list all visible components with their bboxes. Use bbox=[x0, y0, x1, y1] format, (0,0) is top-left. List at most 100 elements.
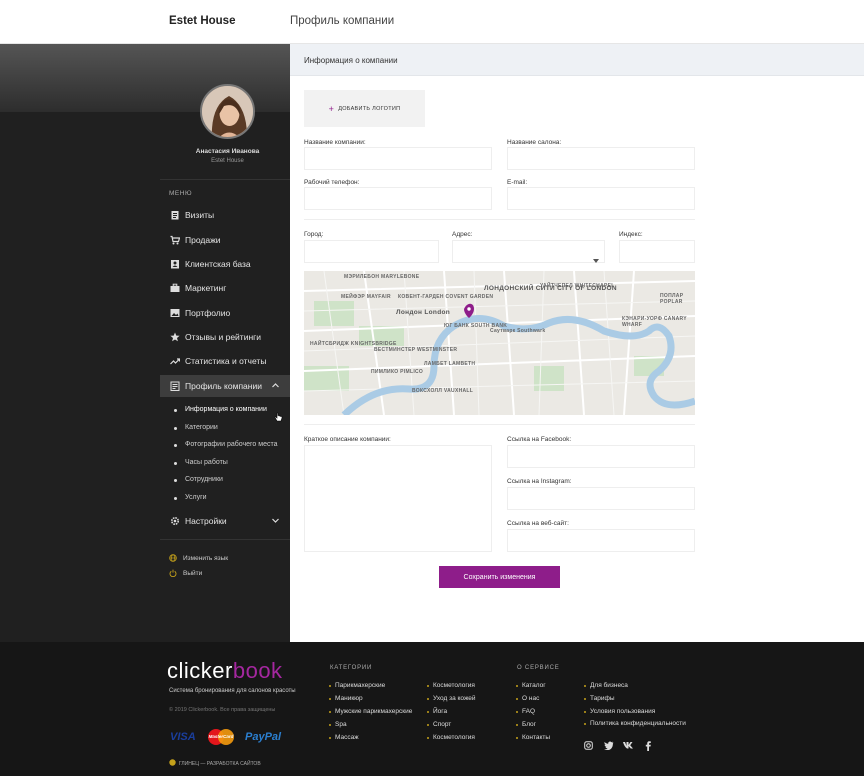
work-phone-input[interactable] bbox=[304, 187, 492, 210]
map-label: КЭНАРИ-УОРФ CANARY WHARF bbox=[622, 316, 687, 328]
menu-item-clients[interactable]: Клиентская база bbox=[160, 253, 290, 275]
map-label: МЕЙФЭР MAYFAIR bbox=[341, 294, 391, 300]
footer-link[interactable]: Для бизнеса bbox=[584, 682, 628, 689]
twitter-icon[interactable] bbox=[604, 741, 614, 752]
mastercard-text: MasterCard bbox=[208, 734, 234, 739]
footer-link[interactable]: Каталог bbox=[516, 682, 546, 689]
zip-input[interactable] bbox=[619, 240, 695, 263]
star-icon bbox=[169, 331, 181, 343]
submenu-staff[interactable]: Сотрудники bbox=[185, 476, 223, 483]
salon-name-input[interactable] bbox=[507, 147, 695, 170]
bullet bbox=[174, 444, 177, 447]
footer-link[interactable]: Тарифы bbox=[584, 695, 615, 702]
footer-link[interactable]: Контакты bbox=[515, 734, 550, 741]
submenu-services[interactable]: Услуги bbox=[185, 494, 207, 501]
chevron-down-icon[interactable] bbox=[271, 516, 280, 527]
menu-item-portfolio[interactable]: Портфолио bbox=[160, 302, 290, 324]
plus-icon: + bbox=[328, 103, 335, 114]
save-button[interactable]: Сохранить изменения bbox=[439, 566, 560, 588]
footer-link[interactable]: FAQ bbox=[515, 708, 535, 715]
menu-item-label: Портфолио bbox=[185, 308, 231, 318]
footer-categories-heading: КАТЕГОРИИ bbox=[330, 665, 373, 671]
change-language-label: Изменить язык bbox=[183, 554, 229, 562]
email-field[interactable] bbox=[507, 187, 695, 210]
change-language-link[interactable]: Изменить язык bbox=[169, 554, 228, 562]
top-header: Estet House Профиль компании bbox=[0, 0, 864, 44]
description-textarea[interactable] bbox=[304, 445, 492, 552]
submenu-categories[interactable]: Категории bbox=[185, 424, 218, 431]
divider bbox=[304, 424, 695, 425]
footer-link[interactable]: Косметология bbox=[427, 682, 475, 689]
footer-link[interactable]: Спорт bbox=[426, 721, 451, 728]
instagram-icon[interactable] bbox=[584, 741, 593, 752]
avatar[interactable] bbox=[200, 84, 255, 139]
section-title: Информация о компании bbox=[304, 56, 398, 65]
footer-link[interactable]: Уход за кожей bbox=[427, 695, 476, 702]
menu-item-statistics[interactable]: Статистика и отчеты bbox=[160, 350, 290, 372]
caret-down-icon bbox=[593, 250, 599, 268]
menu-item-reviews[interactable]: Отзывы и рейтинги bbox=[160, 326, 290, 348]
menu-item-marketing[interactable]: Маркетинг bbox=[160, 277, 290, 299]
facebook-icon[interactable] bbox=[645, 741, 651, 753]
menu-item-label: Отзывы и рейтинги bbox=[185, 332, 261, 342]
vk-icon[interactable] bbox=[623, 741, 634, 751]
submenu-hours[interactable]: Часы работы bbox=[185, 459, 228, 466]
company-name-input[interactable] bbox=[304, 147, 492, 170]
footer-link[interactable]: Парикмахерские bbox=[328, 682, 385, 689]
menu-item-label: Профиль компании bbox=[185, 381, 262, 391]
map-label: КОВЕНТ-ГАРДЕН COVENT GARDEN bbox=[398, 294, 494, 300]
user-name: Анастасия Иванова bbox=[195, 148, 260, 155]
footer-link[interactable]: Косметология bbox=[427, 734, 475, 741]
facebook-input[interactable] bbox=[507, 445, 695, 468]
instagram-input[interactable] bbox=[507, 487, 695, 510]
menu-item-label: Визиты bbox=[185, 210, 215, 220]
footer bbox=[0, 642, 864, 776]
menu-item-visits[interactable]: Визиты bbox=[160, 204, 290, 226]
description-label: Краткое описание компании: bbox=[304, 436, 391, 443]
menu-item-sales[interactable]: Продажи bbox=[160, 229, 290, 251]
image-icon bbox=[169, 307, 181, 319]
bullet bbox=[174, 409, 177, 412]
city-input[interactable] bbox=[304, 240, 439, 263]
footer-link[interactable]: Блог bbox=[515, 721, 536, 728]
footer-link[interactable]: О нас bbox=[515, 695, 539, 702]
logout-link[interactable]: Выйти bbox=[169, 569, 202, 577]
menu-heading: МЕНЮ bbox=[169, 190, 193, 197]
location-map[interactable]: МЭРИЛЕБОН MARYLEBONE КОВЕНТ-ГАРДЕН COVEN… bbox=[304, 271, 695, 415]
menu-item-settings[interactable]: Настройки bbox=[160, 510, 290, 532]
footer-about-heading: О СЕРВИСЕ bbox=[517, 665, 560, 671]
bullet bbox=[174, 497, 177, 500]
footer-link[interactable]: Условия пользования bbox=[583, 708, 655, 715]
menu-item-label: Маркетинг bbox=[185, 283, 227, 293]
footer-link[interactable]: Мужские парикмахерские bbox=[328, 708, 412, 715]
divider bbox=[304, 219, 695, 220]
globe-icon bbox=[169, 554, 177, 562]
developer-credit[interactable]: ГЛИНЕЦ — РАЗРАБОТКА САЙТОВ bbox=[169, 759, 261, 768]
footer-link[interactable]: Массаж bbox=[329, 734, 359, 741]
submenu-company-info[interactable]: Информация о компании bbox=[185, 406, 267, 413]
map-label: ВЕСТМИНСТЕР WESTMINSTER bbox=[374, 347, 458, 353]
page-title: Профиль компании bbox=[290, 15, 395, 27]
map-label: ПИМЛИКО PIMLICO bbox=[371, 369, 424, 375]
menu-item-company-profile[interactable]: Профиль компании bbox=[160, 375, 290, 397]
footer-link[interactable]: Spa bbox=[329, 721, 347, 728]
footer-link[interactable]: Политика конфиденциальности bbox=[584, 720, 686, 727]
footer-link[interactable]: Йога bbox=[426, 708, 447, 715]
chevron-up-icon[interactable] bbox=[271, 381, 280, 392]
city-label: Город: bbox=[304, 231, 324, 238]
instagram-label: Ссылка на Instagram: bbox=[507, 478, 572, 485]
add-logo-label: ДОБАВИТЬ ЛОГОТИП bbox=[338, 105, 401, 112]
footer-link[interactable]: Маникюр bbox=[329, 695, 363, 702]
menu-divider bbox=[160, 539, 290, 540]
menu-item-label: Клиентская база bbox=[185, 259, 251, 269]
add-logo-button[interactable]: + ДОБАВИТЬ ЛОГОТИП bbox=[304, 90, 425, 127]
bullet bbox=[174, 479, 177, 482]
submenu-workplace-photos[interactable]: Фотографии рабочего места bbox=[185, 441, 277, 448]
footer-logo[interactable]: clickerbook bbox=[167, 658, 283, 684]
map-label: ВОКСХОЛЛ VAUXHALL bbox=[412, 388, 474, 394]
address-select[interactable] bbox=[452, 240, 605, 263]
website-input[interactable] bbox=[507, 529, 695, 552]
menu-item-label: Статистика и отчеты bbox=[185, 356, 267, 366]
brand-name[interactable]: Estet House bbox=[169, 15, 235, 27]
contacts-icon bbox=[169, 258, 181, 270]
